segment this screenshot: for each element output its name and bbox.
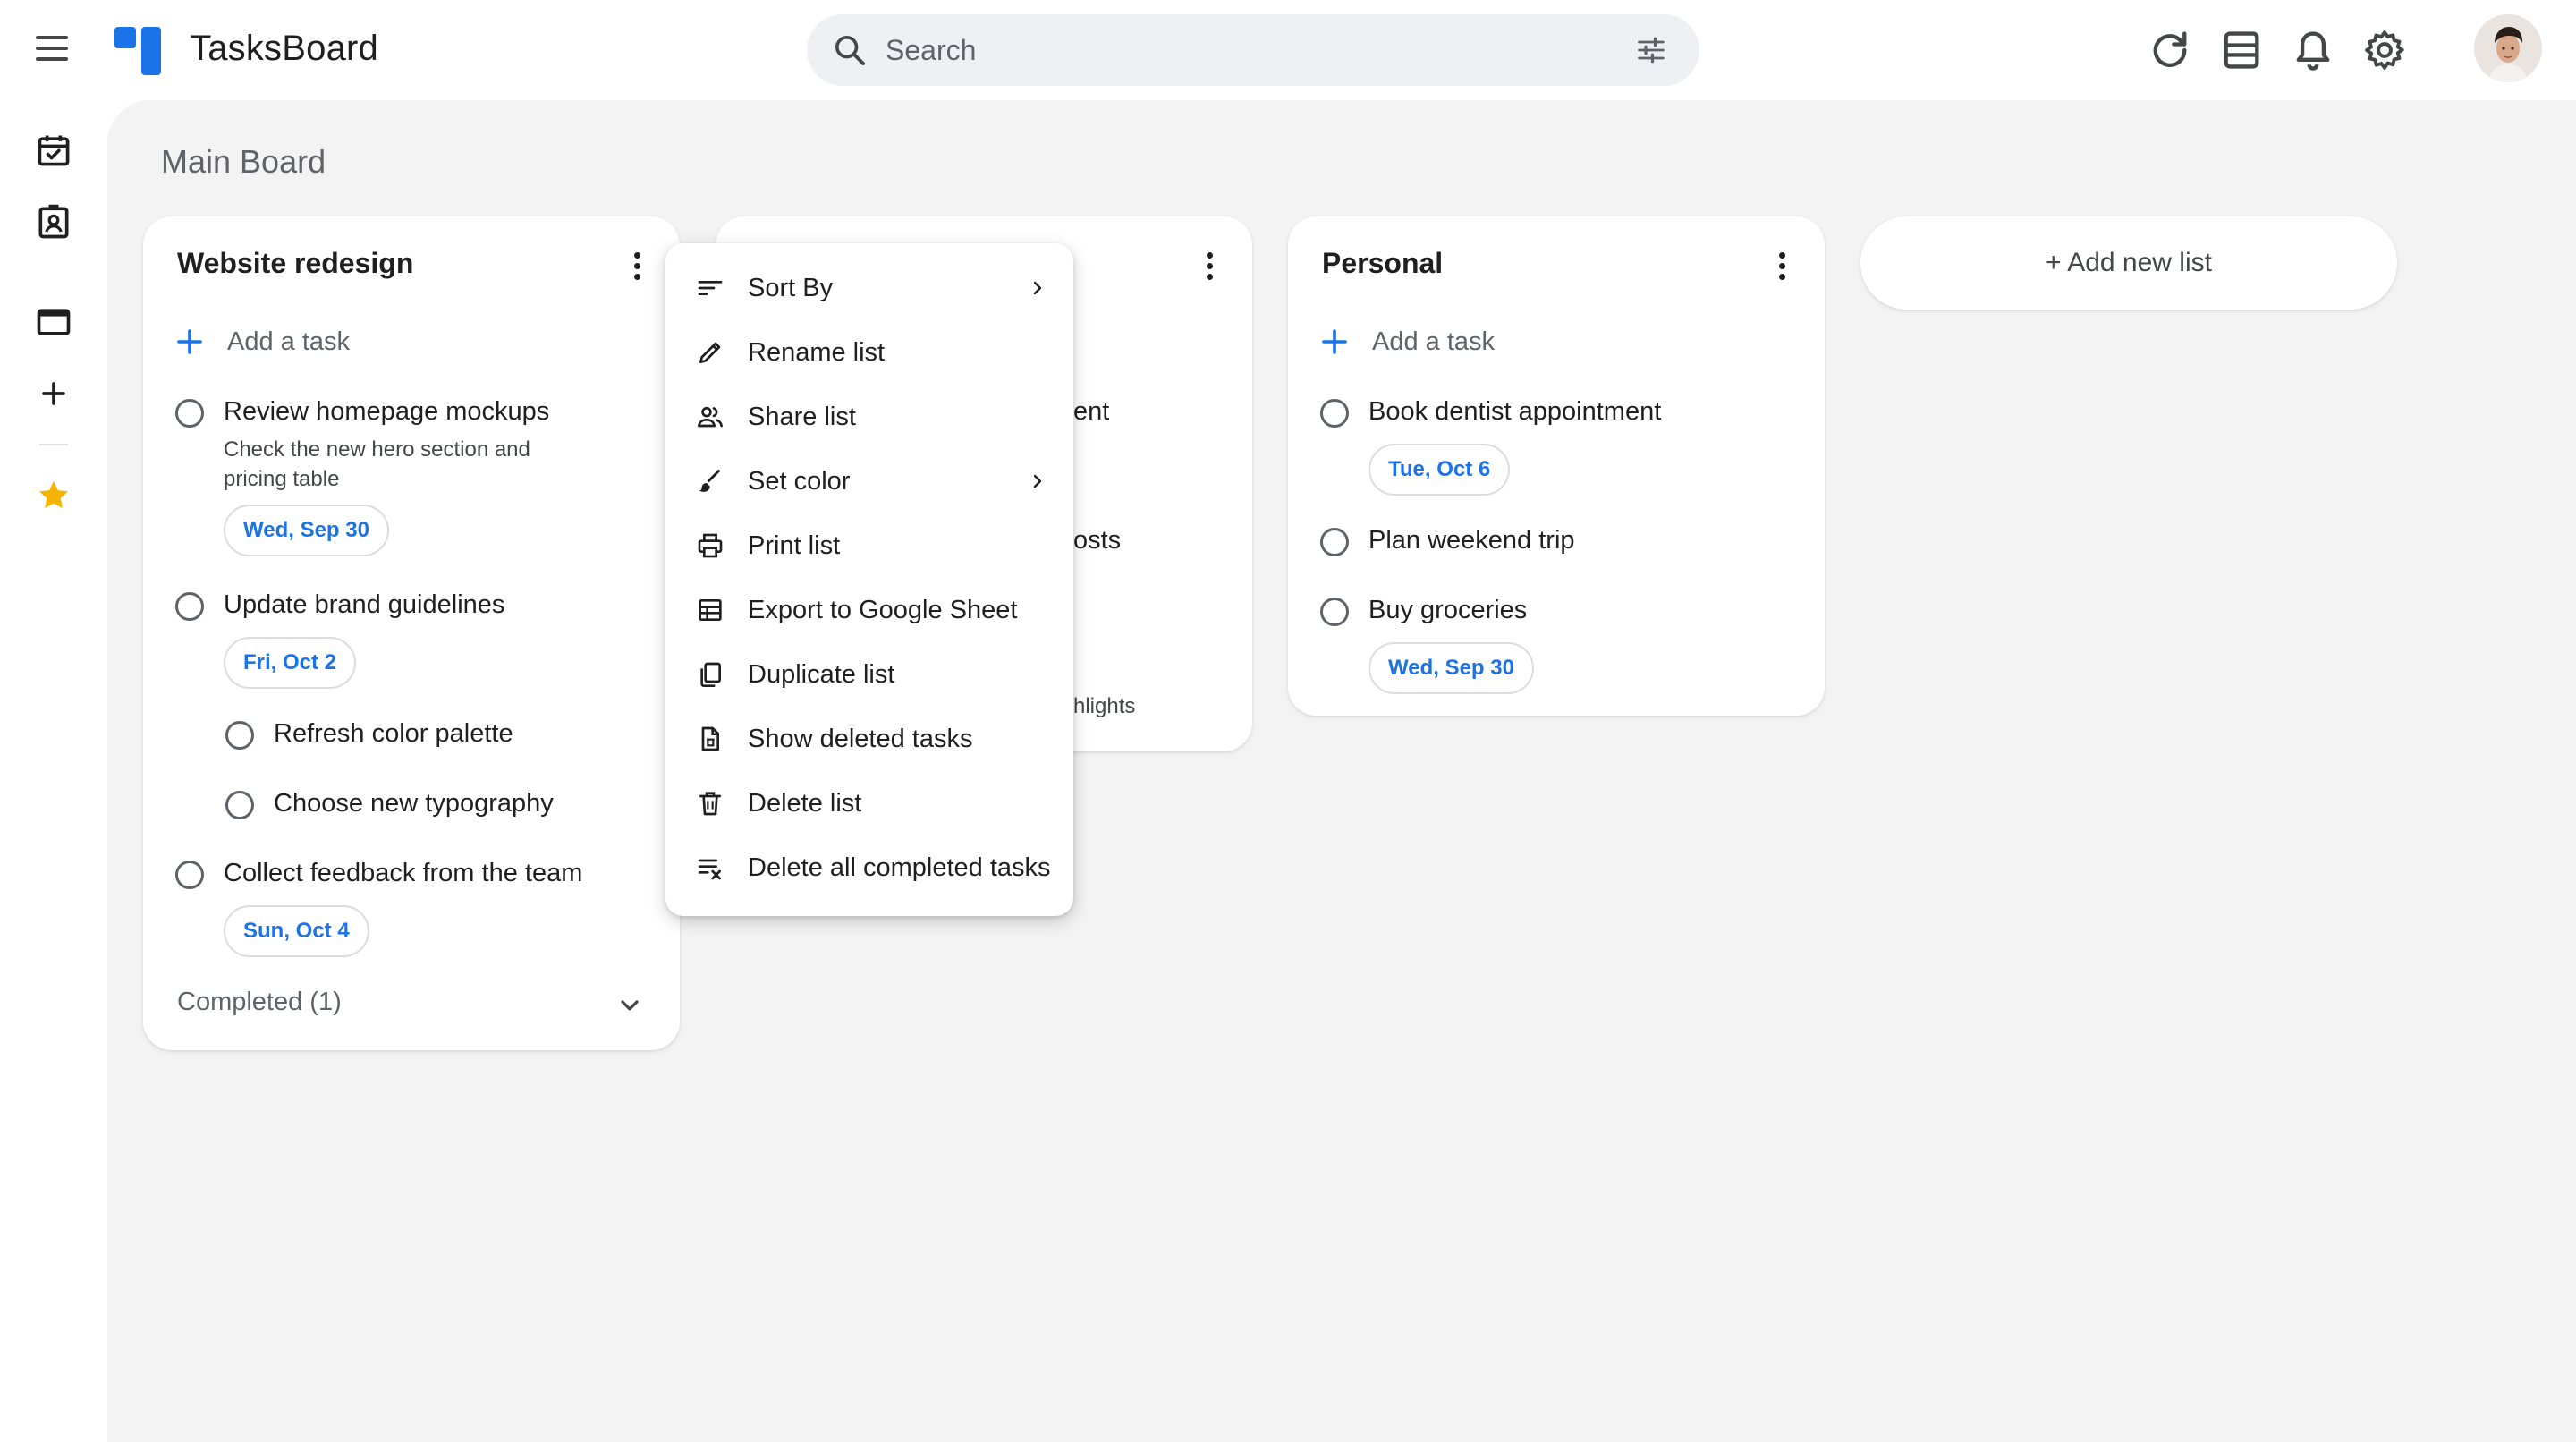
brush-icon xyxy=(699,469,721,492)
menu-item-show-deleted[interactable]: Show deleted tasks xyxy=(665,707,1073,771)
chevron-down-icon xyxy=(621,1000,639,1011)
notifications-icon[interactable] xyxy=(2290,27,2336,73)
avatar[interactable] xyxy=(2474,14,2542,82)
add-task-label: Add a task xyxy=(227,327,351,356)
task-complete-checkbox[interactable] xyxy=(175,592,204,621)
menu-item-set-color[interactable]: Set color xyxy=(665,449,1073,513)
completed-section-toggle[interactable]: Completed (1) xyxy=(177,988,651,1027)
task-complete-checkbox[interactable] xyxy=(225,791,254,819)
menu-item-export-sheet[interactable]: Export to Google Sheet xyxy=(665,578,1073,642)
menu-item-sort-by[interactable]: Sort By xyxy=(665,256,1073,320)
contacts-icon[interactable] xyxy=(34,202,73,242)
list-card-website-redesign: Website redesign Add a task Review homep… xyxy=(143,216,680,1050)
menu-item-label: Show deleted tasks xyxy=(748,725,973,753)
star-icon[interactable] xyxy=(34,476,73,515)
task-complete-checkbox[interactable] xyxy=(175,861,204,889)
refresh-icon[interactable] xyxy=(2147,27,2193,73)
menu-item-label: Duplicate list xyxy=(748,660,895,689)
list-more-icon[interactable] xyxy=(619,245,655,288)
task-title[interactable]: Book dentist appointment xyxy=(1368,397,1661,427)
task-complete-checkbox[interactable] xyxy=(1320,528,1349,556)
menu-item-label: Share list xyxy=(748,403,856,431)
add-task-button[interactable]: Add a task xyxy=(174,322,442,361)
list-title: Personal xyxy=(1322,247,1444,279)
sort-icon xyxy=(698,281,723,295)
task-title[interactable]: Update brand guidelines xyxy=(224,590,504,620)
view-icon[interactable] xyxy=(2218,27,2265,73)
due-date-chip[interactable]: Fri, Oct 2 xyxy=(224,637,357,689)
app-title: TasksBoard xyxy=(190,29,378,68)
print-icon xyxy=(698,533,723,558)
due-date-chip[interactable]: Sun, Oct 4 xyxy=(224,905,369,957)
user-avatar-icon xyxy=(2474,14,2542,82)
board-title: Main Board xyxy=(161,143,326,180)
menu-item-label: Set color xyxy=(748,467,851,496)
menu-item-label: Sort By xyxy=(748,274,834,302)
search-icon xyxy=(835,36,865,65)
chevron-right-icon xyxy=(1033,474,1042,488)
list-title: Website redesign xyxy=(177,247,414,279)
menu-item-share-list[interactable]: Share list xyxy=(665,385,1073,449)
due-date-chip[interactable]: Tue, Oct 6 xyxy=(1368,444,1511,496)
top-app-bar: TasksBoard xyxy=(0,0,2576,100)
settings-icon[interactable] xyxy=(2361,27,2408,73)
completed-label: Completed (1) xyxy=(177,988,342,1016)
menu-item-duplicate-list[interactable]: Duplicate list xyxy=(665,642,1073,707)
main-menu-icon[interactable] xyxy=(32,32,75,68)
menu-item-label: Delete list xyxy=(748,789,862,818)
task-title[interactable]: Collect feedback from the team xyxy=(224,859,582,888)
task-title[interactable]: Review homepage mockups xyxy=(224,397,549,427)
people-icon xyxy=(698,406,723,428)
task-title[interactable]: Choose new typography xyxy=(274,789,554,819)
menu-item-delete-completed[interactable]: Delete all completed tasks xyxy=(665,836,1073,900)
app-logo-icon xyxy=(114,23,165,75)
window-icon[interactable] xyxy=(34,302,73,342)
menu-item-label: Export to Google Sheet xyxy=(748,596,1018,624)
task-title[interactable]: Buy groceries xyxy=(1368,596,1527,625)
add-task-button[interactable]: Add a task xyxy=(1318,322,1587,361)
menu-item-label: Print list xyxy=(748,531,841,560)
calendar-check-icon[interactable] xyxy=(34,131,73,170)
trash-icon xyxy=(699,792,721,816)
menu-item-label: Delete all completed tasks xyxy=(748,853,1051,882)
menu-item-delete-list[interactable]: Delete list xyxy=(665,771,1073,836)
menu-item-rename-list[interactable]: Rename list xyxy=(665,320,1073,385)
list-more-icon[interactable] xyxy=(1191,245,1227,288)
task-complete-checkbox[interactable] xyxy=(175,399,204,428)
clear-completed-icon xyxy=(698,859,721,880)
list-more-icon[interactable] xyxy=(1764,245,1800,288)
search-options-icon[interactable] xyxy=(1635,34,1667,66)
search-bar[interactable] xyxy=(807,14,1699,86)
copy-icon xyxy=(700,662,721,687)
menu-item-print-list[interactable]: Print list xyxy=(665,513,1073,578)
table-icon xyxy=(699,599,722,621)
search-input[interactable] xyxy=(886,29,1583,72)
deleted-doc-icon xyxy=(701,726,719,751)
list-card-personal: Personal Add a task Book dentist appoint… xyxy=(1288,216,1825,716)
task-title-fragment: osts xyxy=(1073,526,1122,555)
task-complete-checkbox[interactable] xyxy=(1320,598,1349,626)
task-title[interactable]: Refresh color palette xyxy=(274,719,513,749)
due-date-chip[interactable]: Wed, Sep 30 xyxy=(1368,642,1534,694)
add-task-label: Add a task xyxy=(1372,327,1496,356)
task-title-fragment: ent xyxy=(1073,397,1110,426)
plus-icon xyxy=(1322,329,1347,354)
add-icon[interactable] xyxy=(34,374,73,413)
task-notes-fragment: hlights xyxy=(1073,694,1136,718)
chevron-right-icon xyxy=(1033,281,1042,295)
due-date-chip[interactable]: Wed, Sep 30 xyxy=(224,505,389,556)
task-complete-checkbox[interactable] xyxy=(225,721,254,750)
add-new-list-button[interactable]: + Add new list xyxy=(1860,216,2397,310)
task-complete-checkbox[interactable] xyxy=(1320,399,1349,428)
list-context-menu: Sort By Rename list Share list Set color xyxy=(665,243,1073,916)
task-title[interactable]: Plan weekend trip xyxy=(1368,526,1575,556)
plus-icon xyxy=(177,329,202,354)
rail-divider xyxy=(39,444,68,445)
menu-item-label: Rename list xyxy=(748,338,886,367)
task-notes: Check the new hero section and pricing t… xyxy=(224,437,530,491)
pencil-icon xyxy=(699,342,721,363)
